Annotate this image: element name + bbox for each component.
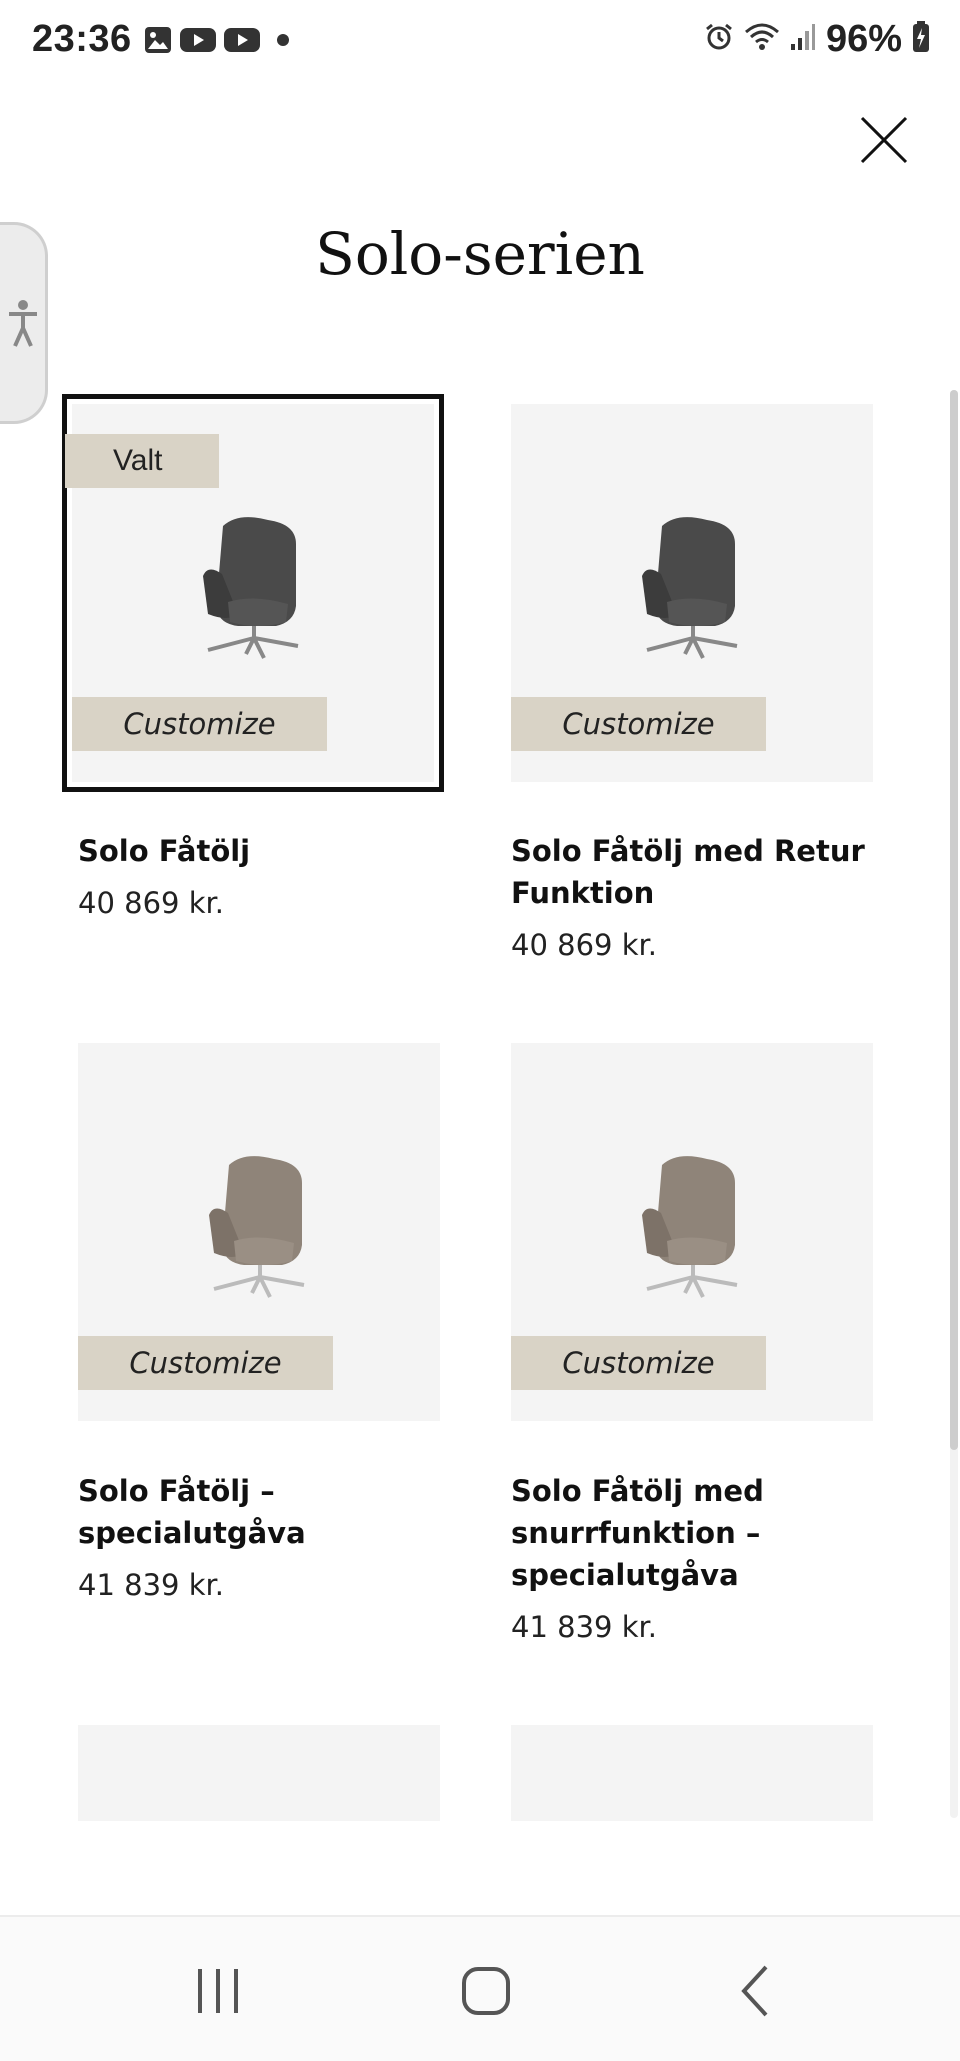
accessibility-icon <box>9 300 37 347</box>
status-time: 23:36 <box>32 18 132 60</box>
product-name[interactable]: Solo Fåtölj <box>78 830 458 872</box>
product-price: 40 869 kr. <box>78 886 224 920</box>
product-card-placeholder[interactable] <box>511 1725 873 1821</box>
scrollbar-thumb[interactable] <box>950 390 958 1450</box>
signal-icon <box>790 22 816 57</box>
chair-image <box>642 1156 738 1298</box>
product-card-image[interactable]: Customize <box>511 404 873 782</box>
status-bar: 23:36 96% <box>0 0 960 88</box>
product-name[interactable]: Solo Fåtölj med Retur Funktion <box>511 830 891 914</box>
back-icon <box>741 1965 768 2017</box>
chair-image <box>209 1156 305 1298</box>
scrollbar[interactable] <box>950 390 958 1818</box>
product-card-image[interactable]: Customize <box>511 1043 873 1421</box>
product-card-image[interactable]: Valt Customize <box>62 394 444 792</box>
customize-button[interactable]: Customize <box>78 1336 333 1390</box>
close-button[interactable] <box>856 112 912 168</box>
chair-image <box>642 517 738 659</box>
youtube-icon <box>224 26 260 59</box>
close-icon <box>860 116 908 164</box>
back-button[interactable] <box>720 1955 792 2027</box>
alarm-icon <box>704 22 734 57</box>
battery-percent: 96% <box>825 18 902 60</box>
recents-button[interactable] <box>182 1955 254 2027</box>
product-price: 41 839 kr. <box>78 1568 224 1602</box>
product-card-image[interactable]: Customize <box>78 1043 440 1421</box>
customize-button[interactable]: Customize <box>72 697 327 751</box>
selected-badge: Valt <box>65 434 219 488</box>
customize-button[interactable]: Customize <box>511 1336 766 1390</box>
wifi-icon <box>744 22 780 57</box>
battery-charging-icon <box>912 21 930 58</box>
product-price: 40 869 kr. <box>511 928 657 962</box>
home-icon <box>462 1967 510 2015</box>
dot-icon <box>276 33 290 52</box>
system-nav-bar <box>0 1915 960 2061</box>
youtube-icon <box>180 26 216 59</box>
home-button[interactable] <box>450 1955 522 2027</box>
notification-icons <box>144 26 290 59</box>
chair-image <box>203 517 299 659</box>
product-card-placeholder[interactable] <box>78 1725 440 1821</box>
product-name[interactable]: Solo Fåtölj – specialutgåva <box>78 1470 458 1554</box>
recents-icon <box>198 1969 238 2013</box>
gallery-icon <box>144 26 172 59</box>
customize-button[interactable]: Customize <box>511 697 766 751</box>
product-price: 41 839 kr. <box>511 1610 657 1644</box>
product-name[interactable]: Solo Fåtölj med snurrfunktion – specialu… <box>511 1470 851 1596</box>
page-title: Solo-serien <box>315 220 645 288</box>
